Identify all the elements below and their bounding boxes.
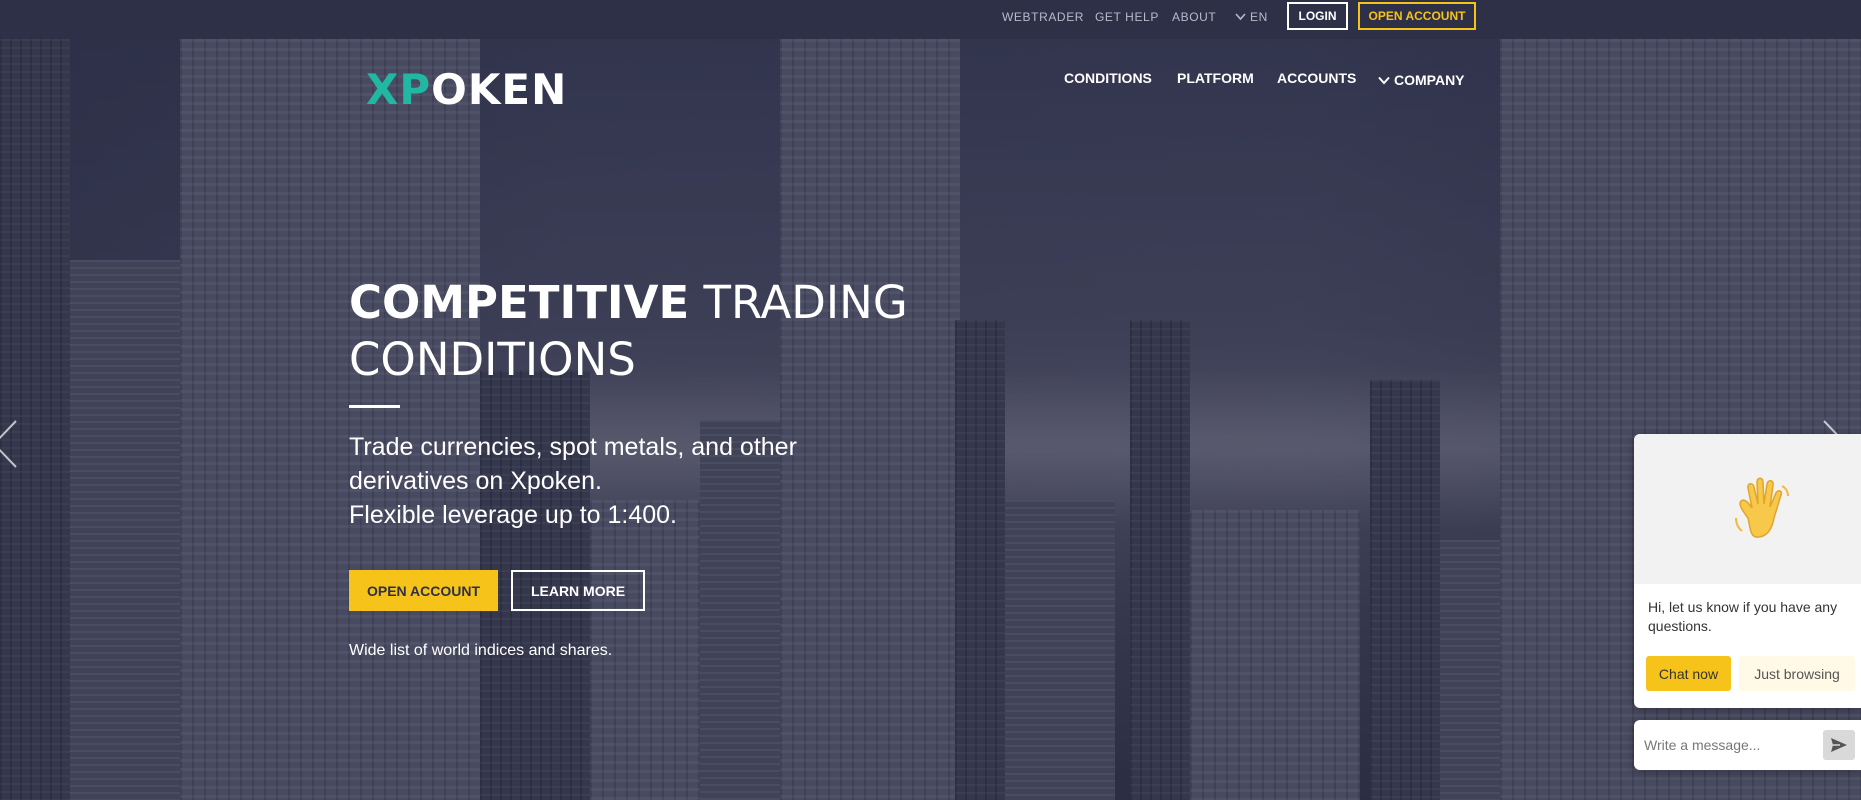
carousel-prev-arrow[interactable] (0, 419, 20, 469)
hero-title-light-1: TRADING (703, 276, 908, 329)
chevron-down-icon (1378, 72, 1390, 88)
hero-note: Wide list of world indices and shares. (349, 642, 613, 659)
language-label: EN (1250, 10, 1268, 24)
nav-accounts[interactable]: ACCOUNTS (1277, 70, 1356, 90)
hero-divider (349, 405, 400, 408)
chevron-left-icon (0, 420, 17, 468)
hero-section (0, 39, 1861, 800)
hero-title: COMPETITIVE TRADING CONDITIONS (349, 274, 909, 388)
nav-conditions[interactable]: CONDITIONS (1064, 70, 1152, 90)
hero-subtitle-line: Trade currencies, spot metals, and other (349, 433, 797, 461)
open-account-button[interactable]: OPEN ACCOUNT (349, 570, 498, 611)
chat-message-input[interactable] (1644, 730, 1814, 760)
hero-subtitle-line: derivatives on Xpoken. (349, 467, 602, 495)
hero-overlay (0, 39, 1861, 800)
chat-widget: Hi, let us know if you have any question… (1634, 434, 1861, 708)
top-utility-bar: WEBTRADER GET HELP ABOUT EN LOGIN OPEN A… (0, 0, 1861, 39)
chat-message: Hi, let us know if you have any question… (1648, 599, 1838, 634)
webtrader-link[interactable]: WEBTRADER (1002, 0, 1084, 34)
chat-header (1634, 434, 1861, 584)
xpoken-logo[interactable]: XP OKEN (366, 65, 567, 114)
hero-title-bold: COMPETITIVE (349, 276, 690, 329)
hero-subtitle: Trade currencies, spot metals, and other… (349, 430, 909, 532)
open-account-top-button[interactable]: OPEN ACCOUNT (1358, 2, 1476, 30)
learn-more-button[interactable]: LEARN MORE (511, 570, 645, 611)
send-icon (1831, 738, 1847, 752)
logo-accent: XP (366, 64, 432, 114)
language-selector[interactable]: EN (1235, 0, 1268, 34)
get-help-link[interactable]: GET HELP (1095, 0, 1159, 34)
chevron-down-icon (1235, 0, 1246, 34)
chat-now-button[interactable]: Chat now (1646, 656, 1731, 691)
nav-platform[interactable]: PLATFORM (1177, 70, 1254, 90)
waving-hand-icon (1735, 477, 1789, 538)
hero-title-light-2: CONDITIONS (349, 333, 636, 386)
nav-company-label: COMPANY (1394, 72, 1465, 88)
hero-subtitle-line: Flexible leverage up to 1:400. (349, 501, 677, 529)
send-button[interactable] (1823, 730, 1855, 760)
about-link[interactable]: ABOUT (1172, 0, 1216, 34)
nav-company[interactable]: COMPANY (1378, 70, 1465, 90)
just-browsing-button[interactable]: Just browsing (1739, 656, 1855, 691)
logo-rest: OKEN (431, 64, 568, 114)
login-button[interactable]: LOGIN (1287, 2, 1348, 30)
chat-input-bar (1634, 720, 1861, 770)
